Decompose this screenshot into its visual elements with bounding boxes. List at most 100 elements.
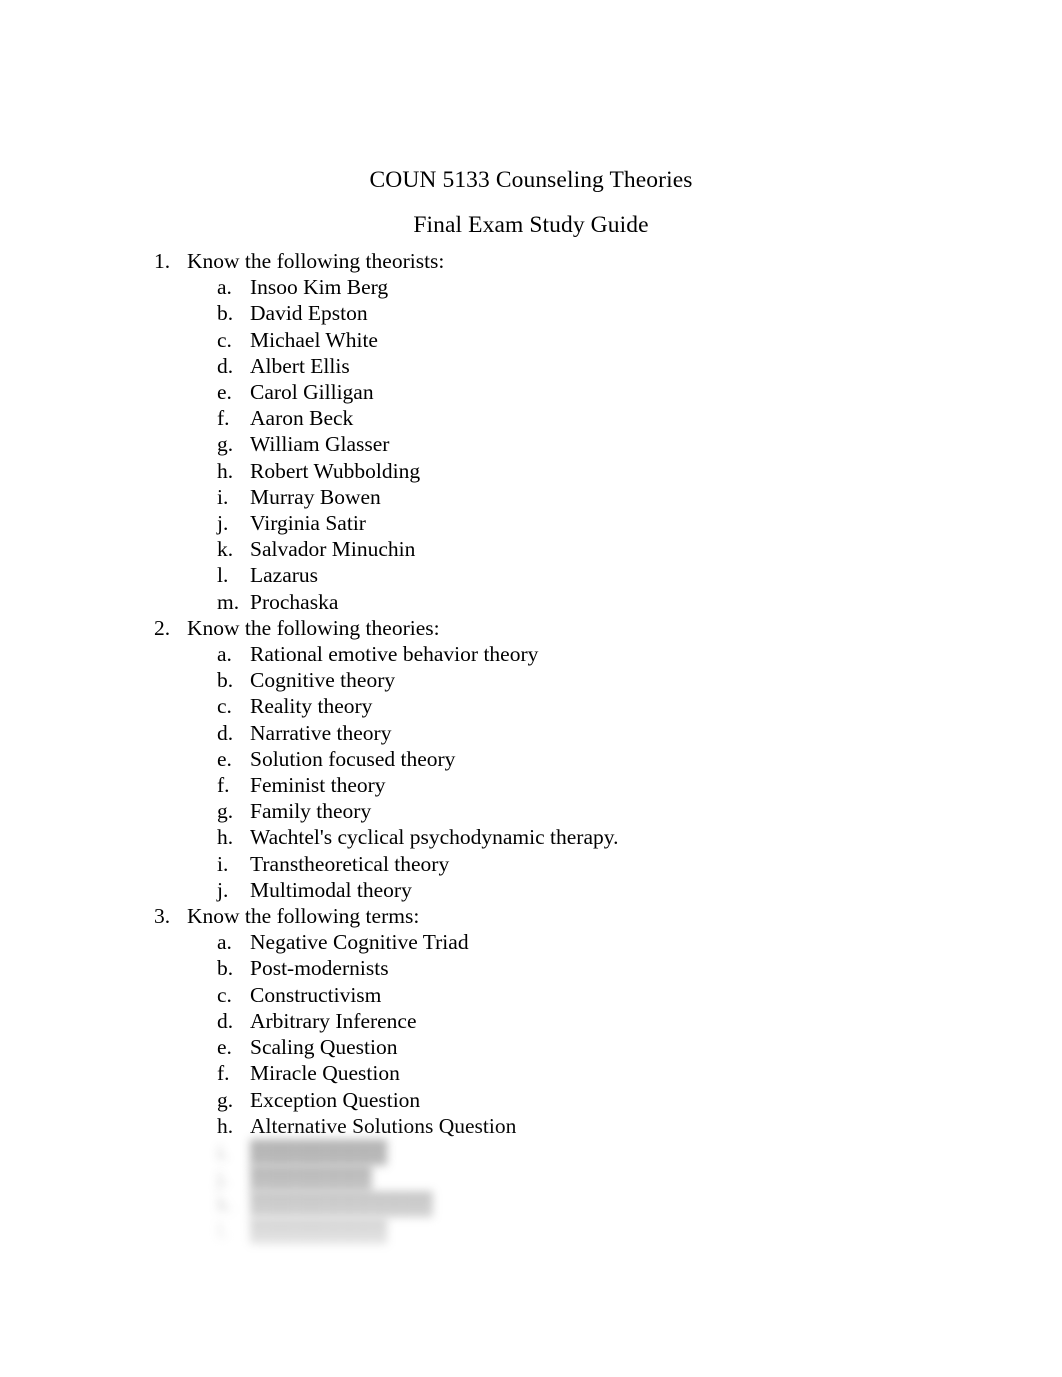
outline-section: 3. Know the following terms: a. Negative Co… bbox=[0, 903, 1062, 1244]
list-item: d. Narrative theory bbox=[0, 720, 1062, 746]
list-item-label: Multimodal theory bbox=[250, 877, 412, 902]
list-item: b. Cognitive theory bbox=[0, 667, 1062, 693]
list-item-label: David Epston bbox=[250, 301, 368, 326]
document-page: COUN 5133 Counseling Theories Final Exam… bbox=[0, 0, 1062, 1377]
section-sub-list: a. Insoo Kim Berg b. David Epston c. Michael … bbox=[0, 274, 1062, 615]
section-marker: 2. bbox=[154, 615, 171, 640]
outline-section: 2. Know the following theories: a. Rational… bbox=[0, 615, 1062, 903]
list-item-label: Narrative theory bbox=[250, 720, 392, 745]
list-item-label: ████████ bbox=[250, 1166, 372, 1191]
list-item: b. Post-modernists bbox=[0, 955, 1062, 981]
list-item-marker: f. bbox=[217, 773, 230, 798]
list-item-marker: m. bbox=[217, 589, 240, 614]
list-item-label: Miracle Question bbox=[250, 1061, 400, 1086]
list-item-marker: i. bbox=[217, 851, 229, 876]
list-item-marker: c. bbox=[217, 694, 232, 719]
list-item-marker: l. bbox=[217, 1218, 229, 1243]
list-item-obscured: l. █████████ bbox=[0, 1218, 1062, 1244]
list-item: e. Scaling Question bbox=[0, 1034, 1062, 1060]
list-item-label: Prochaska bbox=[250, 589, 339, 614]
list-item-label: Scaling Question bbox=[250, 1035, 398, 1060]
list-item-marker: f. bbox=[217, 1061, 230, 1086]
list-item: g. William Glasser bbox=[0, 431, 1062, 457]
list-item: d. Albert Ellis bbox=[0, 353, 1062, 379]
list-item-label: Alternative Solutions Question bbox=[250, 1113, 517, 1138]
list-item-label: Virginia Satir bbox=[250, 511, 366, 536]
list-item: d. Arbitrary Inference bbox=[0, 1008, 1062, 1034]
list-item: i. Murray Bowen bbox=[0, 484, 1062, 510]
list-item-marker: f. bbox=[217, 406, 230, 431]
list-item-label: Wachtel's cyclical psychodynamic therapy… bbox=[250, 825, 619, 850]
list-item-marker: e. bbox=[217, 746, 232, 771]
list-item: k. Salvador Minuchin bbox=[0, 536, 1062, 562]
list-item-label: Carol Gilligan bbox=[250, 380, 374, 405]
list-item-label: Negative Cognitive Triad bbox=[250, 930, 469, 955]
list-item-marker: g. bbox=[217, 432, 234, 457]
list-item-marker: a. bbox=[217, 275, 232, 300]
title-block: COUN 5133 Counseling Theories Final Exam… bbox=[0, 0, 1062, 248]
list-item-marker: k. bbox=[217, 537, 234, 562]
list-item-marker: c. bbox=[217, 982, 232, 1007]
list-item-label: Exception Question bbox=[250, 1087, 421, 1112]
list-item-marker: a. bbox=[217, 930, 232, 955]
list-item-marker: d. bbox=[217, 353, 234, 378]
section-heading-row: 3. Know the following terms: bbox=[0, 903, 1062, 929]
list-item-label: Transtheoretical theory bbox=[250, 851, 450, 876]
list-item-label: Cognitive theory bbox=[250, 668, 396, 693]
section-sub-list: a. Negative Cognitive Triad b. Post-moderni… bbox=[0, 929, 1062, 1243]
list-item: h. Alternative Solutions Question bbox=[0, 1113, 1062, 1139]
list-item-marker: b. bbox=[217, 956, 234, 981]
section-marker: 1. bbox=[154, 249, 171, 273]
list-item-marker: a. bbox=[217, 642, 232, 667]
list-item: m. Prochaska bbox=[0, 589, 1062, 615]
list-item: h. Wachtel's cyclical psychodynamic thera… bbox=[0, 824, 1062, 850]
list-item-label: Post-modernists bbox=[250, 956, 389, 981]
list-item-label: Solution focused theory bbox=[250, 746, 456, 771]
list-item-obscured: j. ████████ bbox=[0, 1165, 1062, 1191]
section-heading-row: 1. Know the following theorists: bbox=[0, 248, 1062, 274]
list-item-label: █████████ bbox=[250, 1218, 388, 1243]
page-subtitle: Final Exam Study Guide bbox=[413, 212, 649, 238]
list-item: b. David Epston bbox=[0, 300, 1062, 326]
list-item-label: Lazarus bbox=[250, 563, 319, 588]
list-item-label: ████████████ bbox=[250, 1192, 433, 1217]
section-heading-label: Know the following theorists: bbox=[187, 249, 445, 273]
list-item-marker: e. bbox=[217, 380, 232, 405]
list-item: e. Solution focused theory bbox=[0, 746, 1062, 772]
list-item: h. Robert Wubbolding bbox=[0, 458, 1062, 484]
list-item: a. Negative Cognitive Triad bbox=[0, 929, 1062, 955]
list-item-marker: b. bbox=[217, 301, 234, 326]
list-item: a. Insoo Kim Berg bbox=[0, 274, 1062, 300]
list-item-marker: h. bbox=[217, 458, 234, 483]
list-item-marker: d. bbox=[217, 720, 234, 745]
list-item-marker: i. bbox=[217, 484, 229, 509]
list-item-marker: h. bbox=[217, 825, 234, 850]
outline-list: 1. Know the following theorists: a. Insoo K… bbox=[0, 248, 1062, 1244]
outline-section: 1. Know the following theorists: a. Insoo K… bbox=[0, 248, 1062, 615]
list-item-marker: g. bbox=[217, 799, 234, 824]
list-item: j. Multimodal theory bbox=[0, 877, 1062, 903]
section-heading-row: 2. Know the following theories: bbox=[0, 615, 1062, 641]
list-item: j. Virginia Satir bbox=[0, 510, 1062, 536]
list-item-label: Constructivism bbox=[250, 982, 382, 1007]
list-item-label: Feminist theory bbox=[250, 773, 386, 798]
list-item-label: Albert Ellis bbox=[250, 353, 350, 378]
list-item-label: Murray Bowen bbox=[250, 484, 381, 509]
section-heading-label: Know the following terms: bbox=[187, 904, 420, 929]
list-item-label: Salvador Minuchin bbox=[250, 537, 416, 562]
list-item-label: Arbitrary Inference bbox=[250, 1008, 417, 1033]
list-item-label: Rational emotive behavior theory bbox=[250, 642, 539, 667]
list-item-marker: j. bbox=[217, 1166, 229, 1191]
list-item-label: Reality theory bbox=[250, 694, 373, 719]
list-item: i. Transtheoretical theory bbox=[0, 851, 1062, 877]
list-item: c. Michael White bbox=[0, 327, 1062, 353]
list-item-marker: g. bbox=[217, 1087, 234, 1112]
list-item: f. Aaron Beck bbox=[0, 405, 1062, 431]
list-item-label: William Glasser bbox=[250, 432, 390, 457]
list-item: a. Rational emotive behavior theory bbox=[0, 641, 1062, 667]
list-item: g. Exception Question bbox=[0, 1087, 1062, 1113]
list-item-marker: l. bbox=[217, 563, 229, 588]
list-item-marker: j. bbox=[217, 511, 229, 536]
list-item-marker: b. bbox=[217, 668, 234, 693]
list-item: l. Lazarus bbox=[0, 562, 1062, 588]
